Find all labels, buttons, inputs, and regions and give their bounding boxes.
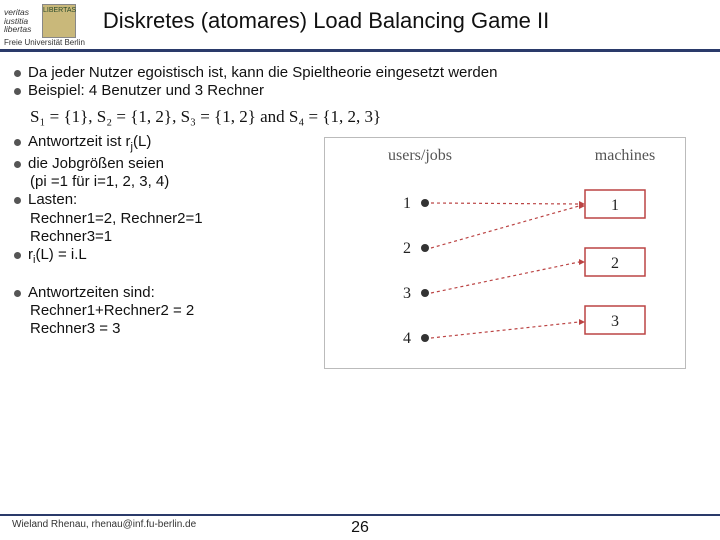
bullet-2: Beispiel: 4 Benutzer und 3 Rechner bbox=[14, 82, 706, 100]
bullet-6: ri(L) = i.L bbox=[14, 246, 314, 267]
svg-text:4: 4 bbox=[403, 330, 411, 347]
bullet-1: Da jeder Nutzer egoistisch ist, kann die… bbox=[14, 64, 706, 82]
page-number: 26 bbox=[351, 519, 369, 537]
bullet-5a: Rechner1=2, Rechner2=1 bbox=[14, 210, 314, 228]
bullet-7b: Rechner3 = 3 bbox=[14, 320, 314, 338]
svg-text:2: 2 bbox=[403, 240, 411, 257]
uni-seal-icon: LIBERTAS bbox=[42, 4, 76, 38]
slide-header: veritas iustitia libertas LIBERTAS Freie… bbox=[0, 0, 720, 52]
slide-body: Da jeder Nutzer egoistisch ist, kann die… bbox=[0, 52, 720, 369]
footer-author: Wieland Rhenau, rhenau@inf.fu-berlin.de bbox=[12, 519, 196, 530]
bullet-7a: Rechner1+Rechner2 = 2 bbox=[14, 302, 314, 320]
bullet-5: Lasten: bbox=[14, 191, 314, 209]
slide-title: Diskretes (atomares) Load Balancing Game… bbox=[103, 8, 549, 34]
slide-footer: Wieland Rhenau, rhenau@inf.fu-berlin.de … bbox=[0, 514, 720, 530]
svg-text:3: 3 bbox=[403, 285, 411, 302]
bullet-4-sub: (pi =1 für i=1, 2, 3, 4) bbox=[14, 173, 314, 191]
bullet-7: Antwortzeiten sind: bbox=[14, 284, 314, 302]
bullet-5b: Rechner3=1 bbox=[14, 228, 314, 246]
bullet-4: die Jobgrößen seien bbox=[14, 155, 314, 173]
svg-text:1: 1 bbox=[611, 197, 619, 214]
uni-motto: veritas iustitia libertas bbox=[4, 8, 38, 35]
bullet-3: Antwortzeit ist rj(L) bbox=[14, 133, 314, 154]
svg-text:2: 2 bbox=[611, 255, 619, 272]
users-label: users/jobs bbox=[388, 147, 452, 164]
svg-text:1: 1 bbox=[403, 195, 411, 212]
bipartite-diagram: users/jobs machines 1 2 3 4 1 2 bbox=[324, 137, 686, 369]
machines-label: machines bbox=[595, 147, 655, 164]
university-name: Freie Universität Berlin bbox=[4, 38, 85, 47]
svg-text:3: 3 bbox=[611, 313, 619, 330]
set-formula: S₁ = {1}, S₂ = {1, 2}, S₃ = {1, 2} and S… bbox=[30, 107, 706, 128]
